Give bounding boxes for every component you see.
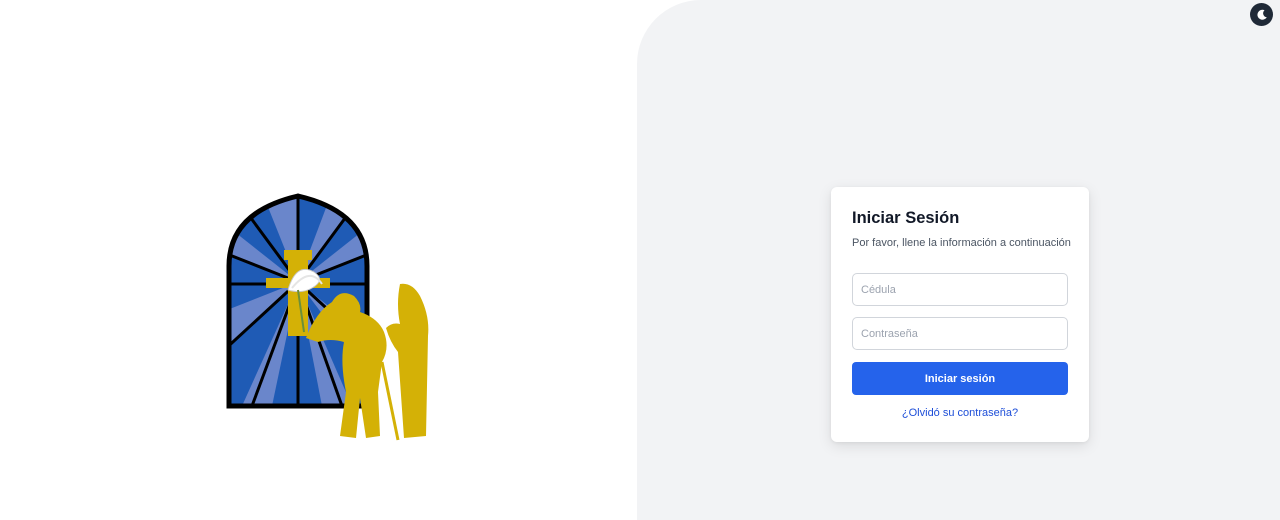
login-subtitle: Por favor, llene la información a contin…: [852, 237, 1071, 249]
login-card: Iniciar Sesión Por favor, llene la infor…: [831, 187, 1089, 442]
theme-toggle-button[interactable]: [1250, 3, 1273, 26]
cedula-input[interactable]: [852, 273, 1068, 306]
left-pane: [0, 0, 637, 520]
logo-icon: [226, 193, 429, 441]
forgot-password-link[interactable]: ¿Olvidó su contraseña?: [831, 407, 1089, 419]
login-title: Iniciar Sesión: [852, 209, 960, 227]
password-input[interactable]: [852, 317, 1068, 350]
moon-icon: [1256, 9, 1267, 20]
login-button[interactable]: Iniciar sesión: [852, 362, 1068, 395]
